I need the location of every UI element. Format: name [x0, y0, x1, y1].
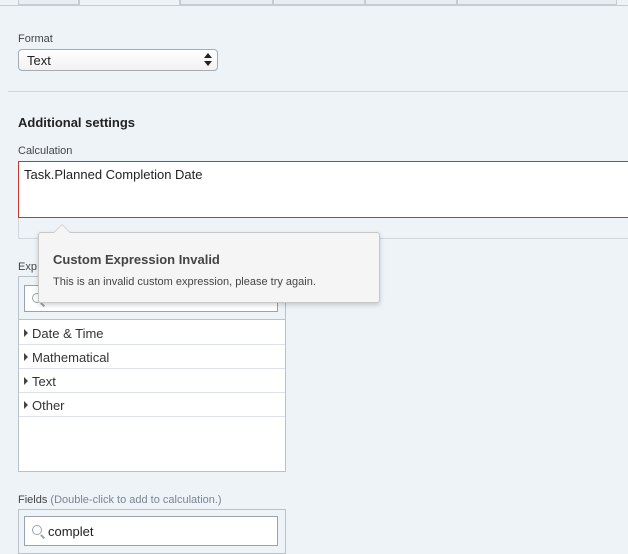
category-label: Text — [32, 374, 56, 389]
fields-label: Fields (Double-click to add to calculati… — [18, 494, 222, 506]
expand-arrow-icon — [24, 401, 28, 409]
expand-arrow-icon — [24, 377, 28, 385]
select-arrows-icon — [204, 53, 212, 67]
fields-label-text: Fields — [18, 494, 48, 506]
format-select[interactable]: Text — [18, 49, 218, 71]
list-item-other[interactable]: Other — [19, 393, 285, 417]
list-item-date-time[interactable]: Date & Time — [19, 321, 285, 345]
fields-search-panel: complet — [18, 509, 286, 554]
calculation-value: Task.Planned Completion Date — [24, 167, 203, 182]
search-icon — [32, 525, 42, 535]
error-tooltip: Custom Expression Invalid This is an inv… — [38, 224, 380, 303]
expressions-label: Exp — [18, 261, 37, 273]
category-label: Other — [32, 398, 65, 413]
fields-hint: (Double-click to add to calculation.) — [50, 494, 222, 506]
fields-search-value: complet — [48, 524, 94, 539]
list-item-text[interactable]: Text — [19, 369, 285, 393]
tooltip-message: This is an invalid custom expression, pl… — [53, 276, 316, 288]
category-label: Date & Time — [32, 326, 104, 341]
format-label: Format — [18, 33, 53, 45]
calculation-textarea[interactable]: Task.Planned Completion Date — [18, 161, 628, 218]
fields-search-input[interactable]: complet — [24, 516, 278, 546]
section-divider — [8, 91, 628, 92]
expand-arrow-icon — [24, 329, 28, 337]
tab-strip-border — [0, 5, 628, 6]
tab-strip — [0, 0, 628, 6]
expand-arrow-icon — [24, 353, 28, 361]
calculation-label: Calculation — [18, 145, 73, 157]
category-label: Mathematical — [32, 350, 110, 365]
format-select-value: Text — [27, 53, 51, 68]
list-item-mathematical[interactable]: Mathematical — [19, 345, 285, 369]
tooltip-title: Custom Expression Invalid — [53, 252, 220, 267]
expressions-list: Date & Time Mathematical Text Other — [18, 319, 286, 472]
additional-settings-title: Additional settings — [18, 115, 135, 130]
